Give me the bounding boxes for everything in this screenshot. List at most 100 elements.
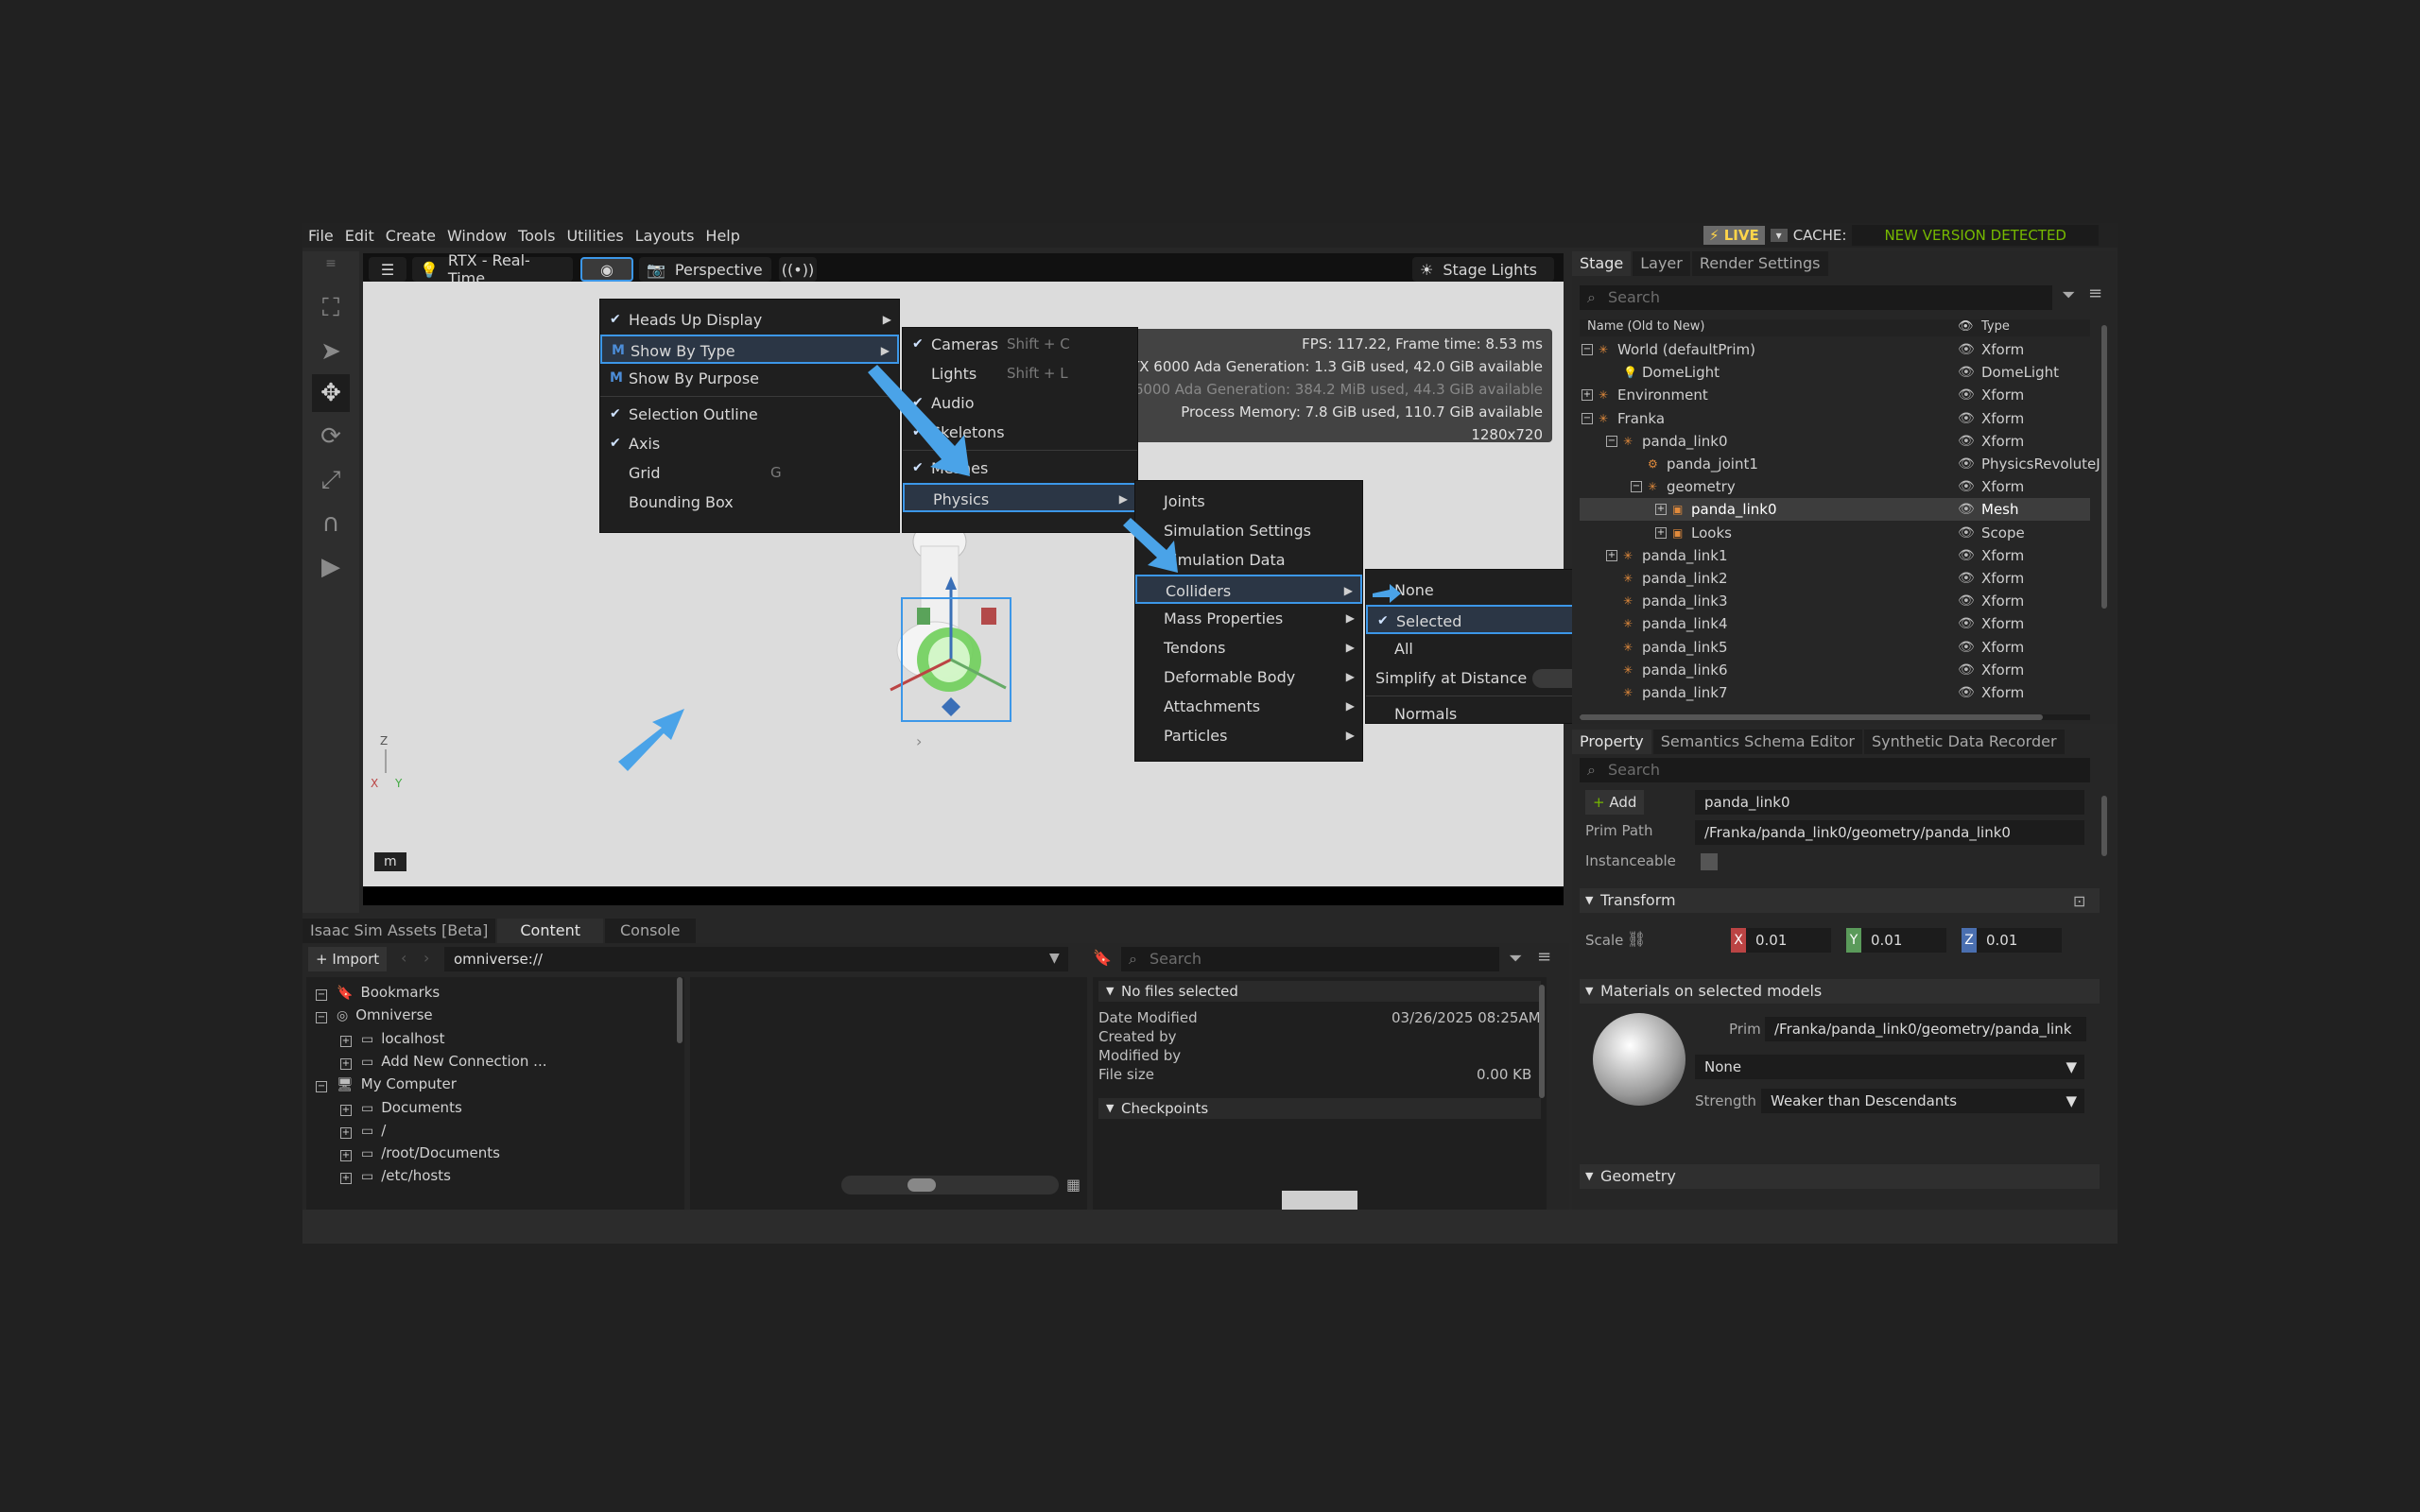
stage-tree-row[interactable]: ⚙ panda_joint1 👁 PhysicsRevoluteJ bbox=[1580, 453, 2100, 475]
expand-icon[interactable]: + bbox=[340, 1035, 352, 1047]
tab-stage[interactable]: Stage bbox=[1572, 251, 1632, 276]
menu-item-bounding-box[interactable]: Bounding Box bbox=[600, 488, 899, 517]
folder-tree-item[interactable]: + ▭ /etc/hosts bbox=[340, 1164, 451, 1187]
menu-item-lights[interactable]: Lights Shift + L bbox=[903, 359, 1137, 388]
stage-tree-row[interactable]: ✳ panda_link7 👁 Xform bbox=[1580, 681, 2090, 704]
visibility-eye-icon[interactable]: 👁 bbox=[1958, 475, 1975, 498]
visibility-eye-icon[interactable]: 👁 bbox=[1958, 384, 1975, 406]
menu-item-meshes[interactable]: ✔ Meshes bbox=[903, 454, 1137, 483]
prim-path-field[interactable]: /Franka/panda_link0/geometry/panda_link0 bbox=[1695, 820, 2084, 845]
menu-item-selection-outline[interactable]: ✔ Selection Outline bbox=[600, 400, 899, 429]
expand-icon[interactable]: + bbox=[340, 1126, 352, 1139]
col-name-header[interactable]: Name (Old to New) bbox=[1587, 319, 1704, 334]
menu-item-attachments[interactable]: Attachments ▶ bbox=[1135, 692, 1362, 721]
live-button[interactable]: ⚡ LIVE bbox=[1703, 226, 1765, 245]
transform-options-icon[interactable]: ⊡ bbox=[2073, 892, 2085, 910]
menu-window[interactable]: Window bbox=[441, 227, 512, 245]
info-scrollbar[interactable] bbox=[1539, 985, 1545, 1098]
stage-lights-button[interactable]: ☀ Stage Lights bbox=[1412, 257, 1554, 282]
col-type-header[interactable]: Type bbox=[1981, 319, 2010, 334]
collapse-icon[interactable]: − bbox=[1606, 435, 1617, 447]
import-button[interactable]: + Import bbox=[308, 947, 388, 971]
scale-y-field[interactable]: 0.01 bbox=[1861, 928, 1946, 953]
stage-tree-row[interactable]: + ✳ Environment 👁 Xform bbox=[1580, 384, 2090, 406]
menu-item-joints[interactable]: Joints bbox=[1135, 487, 1362, 516]
visibility-eye-icon[interactable]: 👁 bbox=[1958, 338, 1975, 361]
stage-hscrollbar[interactable] bbox=[1580, 714, 2090, 720]
folder-tree-item[interactable]: + ▭ / bbox=[340, 1119, 386, 1142]
visibility-eye-icon[interactable]: 👁 bbox=[1958, 659, 1975, 681]
folder-tree-item[interactable]: + ▭ /root/Documents bbox=[340, 1142, 500, 1164]
prim-name-field[interactable]: panda_link0 bbox=[1695, 790, 2084, 815]
no-files-selected-header[interactable]: ▼ No files selected bbox=[1098, 981, 1541, 1002]
visibility-eye-icon[interactable]: 👁 bbox=[1958, 430, 1975, 453]
expand-icon[interactable]: + bbox=[1655, 504, 1667, 516]
menu-item-simulation-data-visualizer[interactable]: Simulation Data Visualizer bbox=[1135, 545, 1362, 598]
collapse-icon[interactable]: − bbox=[316, 1012, 327, 1024]
snap-icon[interactable]: ∩ bbox=[312, 505, 350, 542]
menu-help[interactable]: Help bbox=[700, 227, 745, 245]
menu-item-audio[interactable]: ✔ Audio bbox=[903, 388, 1137, 418]
stage-tree-row[interactable]: − ✳ World (defaultPrim) 👁 Xform bbox=[1580, 338, 2090, 361]
menu-item-mass-properties[interactable]: Mass Properties ▶ bbox=[1135, 604, 1362, 633]
hamburger-menu-icon[interactable]: ≡ bbox=[2088, 284, 2102, 303]
geometry-section[interactable]: ▼ Geometry bbox=[1580, 1164, 2100, 1189]
menu-item-cameras[interactable]: ✔ Cameras Shift + C bbox=[903, 330, 1137, 359]
folder-tree-item[interactable]: + ▭ Add New Connection ... bbox=[340, 1050, 546, 1073]
instanceable-checkbox[interactable] bbox=[1701, 853, 1718, 870]
forward-icon[interactable]: › bbox=[424, 949, 429, 967]
stage-tree-row[interactable]: ✳ panda_link3 👁 Xform bbox=[1580, 590, 2090, 612]
collapse-icon[interactable]: − bbox=[1582, 412, 1593, 424]
tab-console[interactable]: Console bbox=[605, 919, 696, 943]
scale-x-field[interactable]: 0.01 bbox=[1746, 928, 1831, 953]
tab-synthetic-data-recorder[interactable]: Synthetic Data Recorder bbox=[1863, 730, 2065, 754]
tab-property[interactable]: Property bbox=[1572, 730, 1651, 754]
back-icon[interactable]: ‹ bbox=[401, 949, 406, 967]
menu-item-axis[interactable]: ✔ Axis bbox=[600, 429, 899, 458]
visibility-eye-icon[interactable]: 👁 bbox=[1958, 544, 1975, 567]
menu-item-tendons[interactable]: Tendons ▶ bbox=[1135, 633, 1362, 662]
scale-tool-icon[interactable]: ⤢ bbox=[312, 461, 350, 499]
link-icon[interactable]: ⛓ bbox=[1627, 930, 1646, 948]
collapse-icon[interactable]: − bbox=[316, 1081, 327, 1093]
material-prim-field[interactable]: /Franka/panda_link0/geometry/panda_link bbox=[1765, 1017, 2086, 1041]
visibility-eye-icon[interactable]: 👁 bbox=[1958, 498, 1975, 521]
folder-tree-item[interactable]: − ◎ Omniverse bbox=[316, 1004, 433, 1026]
expand-icon[interactable]: + bbox=[340, 1173, 352, 1185]
folder-tree-item[interactable]: − 🔖 Bookmarks bbox=[316, 981, 440, 1004]
bookmark-icon[interactable]: 🔖 bbox=[1093, 949, 1112, 967]
visibility-eye-icon[interactable]: 👁 bbox=[1958, 407, 1975, 430]
audio-broadcast-icon[interactable]: ((•)) bbox=[779, 257, 817, 282]
stage-tree-row[interactable]: − ✳ panda_link0 👁 Xform bbox=[1580, 430, 2090, 453]
play-icon[interactable]: ▶ bbox=[312, 548, 350, 586]
menu-layouts[interactable]: Layouts bbox=[630, 227, 700, 245]
tab-semantics-schema-editor[interactable]: Semantics Schema Editor bbox=[1652, 730, 1862, 754]
visibility-eye-icon[interactable]: 👁 bbox=[1958, 522, 1975, 544]
new-version-badge[interactable]: NEW VERSION DETECTED bbox=[1852, 225, 2099, 246]
menu-item-simulation-settings[interactable]: Simulation Settings bbox=[1135, 516, 1362, 545]
expand-icon[interactable]: + bbox=[340, 1104, 352, 1116]
menu-item-grid[interactable]: Grid G bbox=[600, 458, 899, 488]
property-search-input[interactable]: ⌕ Search bbox=[1580, 758, 2090, 782]
stage-tree-row[interactable]: 💡 DomeLight 👁 DomeLight bbox=[1580, 361, 2090, 384]
visibility-eye-icon[interactable]: 👁 bbox=[1958, 453, 1975, 475]
collapse-icon[interactable]: − bbox=[316, 989, 327, 1001]
folder-tree-item[interactable]: + ▭ localhost bbox=[340, 1027, 445, 1050]
stage-tree-row[interactable]: ✳ panda_link2 👁 Xform bbox=[1580, 567, 2090, 590]
menu-item-show-by-type[interactable]: M Show By Type ▶ bbox=[600, 335, 899, 364]
visibility-eye-icon[interactable]: 👁 bbox=[1958, 636, 1975, 659]
visibility-eye-icon[interactable]: 👁 bbox=[1958, 612, 1975, 635]
grid-view-icon[interactable]: ▦ bbox=[1066, 1176, 1080, 1194]
checkpoints-header[interactable]: ▼ Checkpoints bbox=[1098, 1098, 1541, 1119]
folder-tree-item[interactable]: + ▭ Documents bbox=[340, 1096, 462, 1119]
folder-tree-item[interactable]: − 🖥 My Computer bbox=[316, 1073, 457, 1095]
stage-tree-row[interactable]: − ✳ Franka 👁 Xform bbox=[1580, 407, 2090, 430]
strength-select[interactable]: Weaker than Descendants ▼ bbox=[1761, 1089, 2084, 1113]
path-dropdown-icon[interactable]: ▼ bbox=[1049, 951, 1060, 966]
stage-tree-row[interactable]: − ✳ geometry 👁 Xform bbox=[1580, 475, 2090, 498]
move-tool-icon[interactable]: ✥ bbox=[312, 374, 350, 412]
menu-create[interactable]: Create bbox=[380, 227, 441, 245]
thumbnail-size-slider[interactable] bbox=[841, 1176, 1059, 1194]
content-search-input[interactable]: ⌕ Search bbox=[1121, 947, 1499, 971]
folder-tree-scrollbar[interactable] bbox=[677, 977, 683, 1043]
